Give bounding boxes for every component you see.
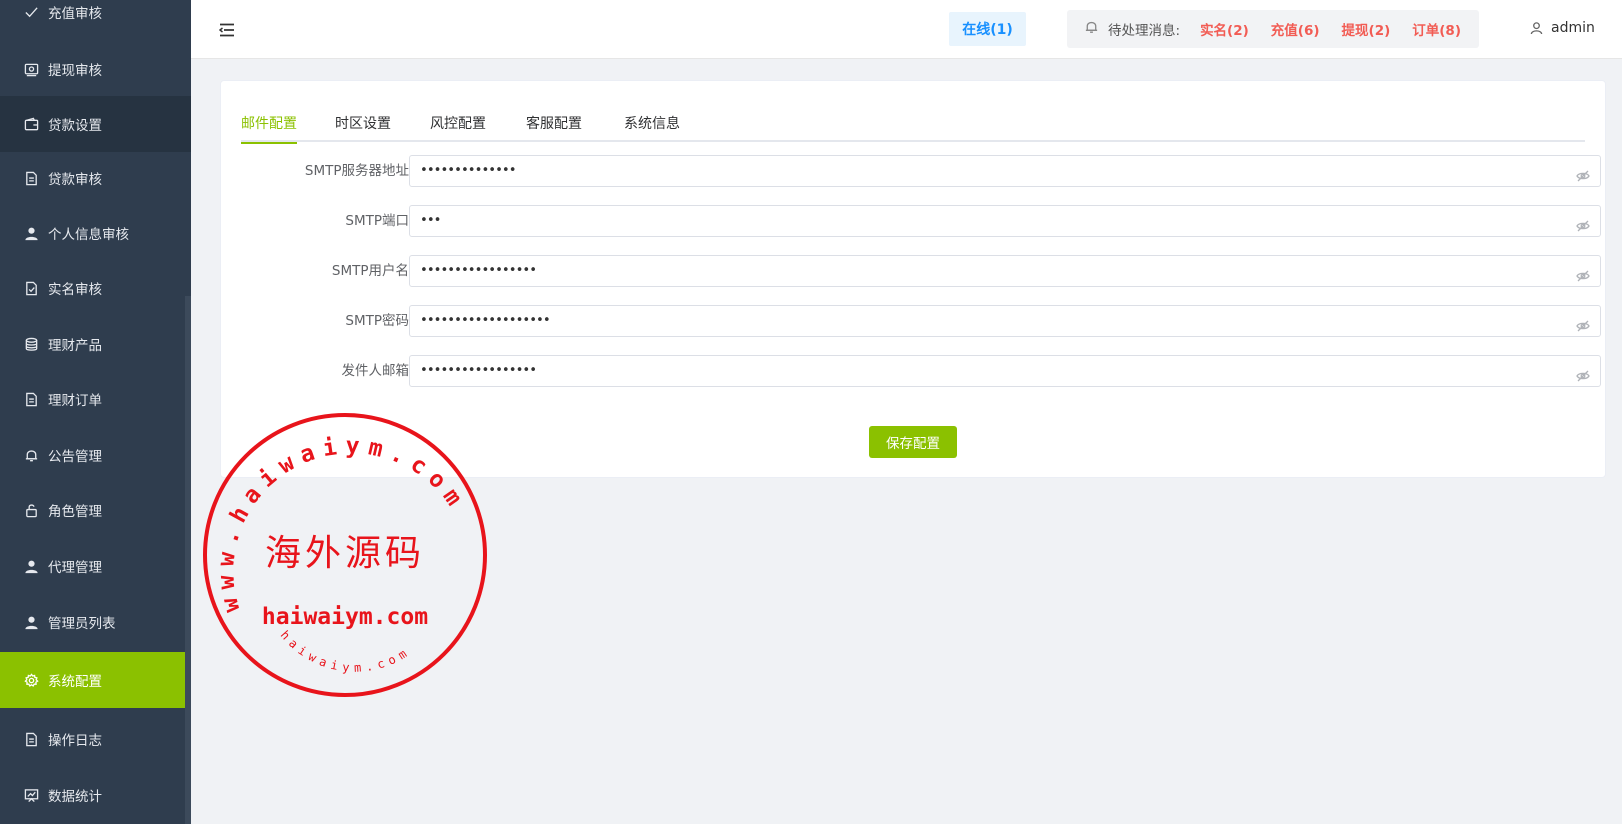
wallet-icon	[23, 116, 39, 132]
stamp-center-text: 海外源码	[265, 533, 425, 574]
user-icon	[23, 558, 39, 574]
pending-messages-bar: 待处理消息: 实名(2) 充值(6) 提现(2) 订单(8)	[1067, 10, 1479, 48]
sidebar-item-label: 个人信息审核	[48, 227, 129, 243]
smtp-port-label: SMTP端口	[345, 213, 409, 229]
eye-hidden-icon[interactable]	[1576, 265, 1590, 282]
coins-icon	[23, 336, 39, 352]
sender-email-label: 发件人邮箱	[341, 363, 410, 379]
smtp-password-input[interactable]: •••••••••••••••••••	[409, 305, 1601, 337]
sidebar-item-system-config[interactable]: 系统配置	[0, 652, 191, 708]
sender-email-input[interactable]: •••••••••••••••••	[409, 355, 1601, 387]
sidebar-item-label: 理财订单	[48, 393, 102, 409]
document-icon	[23, 170, 39, 186]
sidebar-item-statistics[interactable]: 数据统计	[0, 767, 191, 823]
pending-realname-link[interactable]: 实名(2)	[1200, 19, 1249, 39]
sidebar-item-label: 贷款设置	[48, 118, 102, 134]
smtp-host-label: SMTP服务器地址	[304, 163, 409, 179]
form-row-smtp-port: SMTP端口 •••	[241, 205, 1601, 237]
user-icon	[23, 225, 39, 241]
form-row-smtp-host: SMTP服务器地址 ••••••••••••••	[241, 155, 1601, 187]
check-icon	[23, 4, 39, 20]
sidebar-item-recharge-review[interactable]: 充值审核	[0, 0, 191, 40]
username: admin	[1551, 20, 1595, 36]
sidebar-item-roles[interactable]: 角色管理	[0, 482, 191, 538]
sidebar-item-label: 公告管理	[48, 449, 102, 465]
sidebar-item-label: 贷款审核	[48, 172, 102, 188]
smtp-password-label: SMTP密码	[345, 313, 409, 329]
user-menu[interactable]: admin	[1530, 20, 1595, 36]
sidebar-item-finance-products[interactable]: 理财产品	[0, 316, 191, 372]
save-config-button[interactable]: 保存配置	[869, 426, 957, 458]
tab-email-config[interactable]: 邮件配置	[241, 113, 297, 144]
sidebar-item-agents[interactable]: 代理管理	[0, 538, 191, 594]
stamp-domain-text: haiwaiym.com	[262, 604, 428, 630]
sidebar-item-label: 操作日志	[48, 733, 102, 749]
smtp-username-input[interactable]: •••••••••••••••••	[409, 255, 1601, 287]
sidebar-item-personal-info-review[interactable]: 个人信息审核	[0, 205, 191, 261]
tab-system-info[interactable]: 系统信息	[624, 113, 680, 142]
sidebar-item-label: 提现审核	[48, 63, 102, 79]
sidebar-item-loan-review[interactable]: 贷款审核	[0, 150, 191, 206]
sidebar-item-label: 实名审核	[48, 282, 102, 298]
sidebar-item-finance-orders[interactable]: 理财订单	[0, 371, 191, 427]
eye-hidden-icon[interactable]	[1576, 315, 1590, 332]
smtp-username-value: •••••••••••••••••	[420, 263, 537, 278]
sender-email-value: •••••••••••••••••	[420, 363, 537, 378]
stamp-ring-text: www.haiwaiym.com	[213, 433, 471, 615]
form-row-sender-email: 发件人邮箱 •••••••••••••••••	[241, 355, 1601, 387]
smtp-password-value: •••••••••••••••••••	[420, 313, 551, 328]
sidebar-item-label: 代理管理	[48, 560, 102, 576]
form-row-smtp-password: SMTP密码 •••••••••••••••••••	[241, 305, 1601, 337]
pending-messages-label: 待处理消息:	[1108, 23, 1181, 39]
document-icon	[23, 731, 39, 747]
sidebar-item-label: 理财产品	[48, 338, 102, 354]
watermark-stamp: www.haiwaiym.com 海外源码 haiwaiym.com haiwa…	[203, 413, 487, 697]
sidebar-item-announcements[interactable]: 公告管理	[0, 427, 191, 483]
pending-orders-link[interactable]: 订单(8)	[1412, 19, 1461, 39]
gear-icon	[23, 672, 39, 688]
sidebar-item-label: 充值审核	[48, 6, 102, 22]
online-count-badge[interactable]: 在线(1)	[949, 12, 1026, 46]
sidebar-item-label: 角色管理	[48, 504, 102, 520]
lock-icon	[23, 502, 39, 518]
sidebar-item-label: 管理员列表	[48, 616, 116, 632]
eye-hidden-icon[interactable]	[1576, 165, 1590, 182]
pending-recharge-link[interactable]: 充值(6)	[1271, 19, 1320, 39]
sidebar-item-label: 数据统计	[48, 789, 102, 805]
smtp-port-input[interactable]: •••	[409, 205, 1601, 237]
sidebar-item-realname-review[interactable]: 实名审核	[0, 260, 191, 316]
money-icon	[23, 61, 39, 77]
sidebar-item-label: 系统配置	[48, 674, 102, 690]
sidebar-item-operation-logs[interactable]: 操作日志	[0, 711, 191, 767]
menu-toggle-icon[interactable]	[218, 22, 235, 37]
top-header: 在线(1) 待处理消息: 实名(2) 充值(6) 提现(2) 订单(8) adm…	[191, 0, 1622, 59]
tab-risk-control[interactable]: 风控配置	[430, 113, 486, 142]
tab-timezone[interactable]: 时区设置	[335, 113, 391, 142]
eye-hidden-icon[interactable]	[1576, 365, 1590, 382]
sidebar-scrollbar[interactable]	[185, 296, 191, 824]
sidebar: 充值审核 提现审核 贷款设置 贷款审核 个人信息审核 实名审核 理财产品 理财订…	[0, 0, 191, 824]
bell-icon	[1084, 19, 1099, 39]
tab-customer-service[interactable]: 客服配置	[526, 113, 582, 142]
document-check-icon	[23, 280, 39, 296]
eye-hidden-icon[interactable]	[1576, 215, 1590, 232]
document-icon	[23, 391, 39, 407]
stamp-small-ring-text: haiwaiym.com	[278, 628, 414, 675]
smtp-host-input[interactable]: ••••••••••••••	[409, 155, 1601, 187]
sidebar-item-admin-list[interactable]: 管理员列表	[0, 594, 191, 650]
sidebar-item-loan-settings[interactable]: 贷款设置	[0, 96, 191, 152]
smtp-username-label: SMTP用户名	[331, 263, 409, 279]
bell-icon	[23, 447, 39, 463]
user-icon	[1530, 22, 1543, 35]
chart-board-icon	[23, 787, 39, 803]
config-tabs: 邮件配置 时区设置 风控配置 客服配置 系统信息	[241, 105, 1585, 144]
form-row-smtp-username: SMTP用户名 •••••••••••••••••	[241, 255, 1601, 287]
pending-withdraw-link[interactable]: 提现(2)	[1342, 19, 1391, 39]
smtp-port-value: •••	[420, 213, 442, 228]
sidebar-item-withdraw-review[interactable]: 提现审核	[0, 41, 191, 97]
user-icon	[23, 614, 39, 630]
smtp-host-value: ••••••••••••••	[420, 163, 517, 178]
